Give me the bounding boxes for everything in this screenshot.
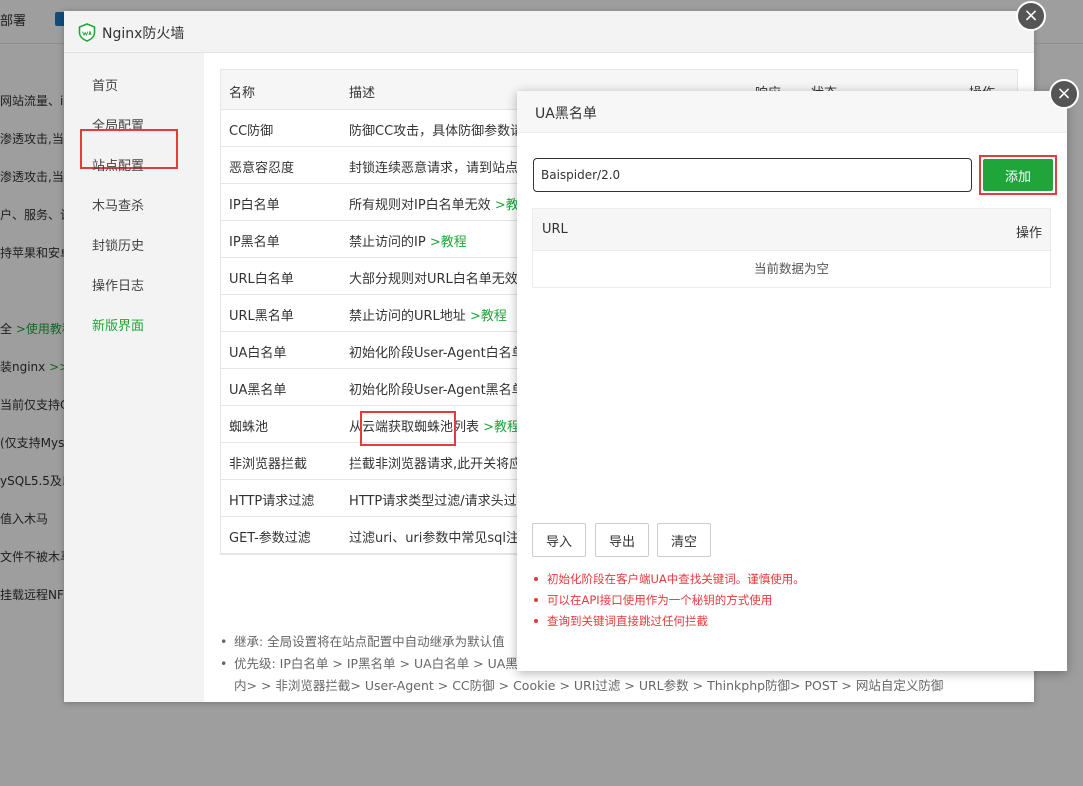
rule-desc: 初始化阶段User-Agent白名单 bbox=[349, 342, 525, 361]
firewall-dialog-title: Nginx防火墙 bbox=[102, 26, 185, 42]
ua-list-header: URL 操作 bbox=[533, 209, 1050, 251]
rule-name: URL黑名单 bbox=[229, 309, 294, 324]
ua-modal-close-icon[interactable]: × bbox=[1049, 79, 1079, 109]
rule-desc: 拦截非浏览器请求,此开关将应 bbox=[349, 453, 522, 472]
rule-desc-text: 初始化阶段User-Agent黑名单 bbox=[349, 383, 525, 398]
rule-name: 非浏览器拦截 bbox=[229, 457, 308, 472]
rule-desc: 禁止访问的URL地址 >教程 bbox=[349, 305, 507, 324]
rule-name: UA白名单 bbox=[229, 346, 287, 361]
ua-empty-text: 当前数据为空 bbox=[753, 261, 829, 276]
rule-desc: 初始化阶段User-Agent黑名单 bbox=[349, 379, 525, 398]
rule-desc-text: 封锁连续恶意请求，请到站点 bbox=[349, 161, 519, 176]
rule-desc-text: 大部分规则对URL白名单无效 bbox=[349, 272, 518, 287]
rule-desc: 过滤uri、uri参数中常见sql注 bbox=[349, 527, 519, 546]
header-desc: 描述 bbox=[349, 86, 376, 101]
add-button[interactable]: 添加 bbox=[983, 159, 1053, 191]
rule-desc: 所有规则对IP白名单无效 >教 bbox=[349, 194, 519, 213]
rule-tutorial-link[interactable]: >教程 bbox=[483, 420, 520, 435]
ua-keyword-input[interactable] bbox=[533, 158, 972, 192]
waf-shield-icon bbox=[78, 23, 96, 42]
rule-desc-text: 过滤uri、uri参数中常见sql注 bbox=[349, 531, 520, 546]
ua-modal-title: UA黑名单 bbox=[535, 106, 597, 122]
tip-1: 初始化阶段在客户端UA中查找关键词。谨慎使用。 bbox=[533, 569, 1053, 590]
rule-tutorial-link[interactable]: >教 bbox=[495, 198, 519, 213]
firewall-sidebar: 首页 全局配置 站点配置 木马查杀 封锁历史 操作日志 新版界面 bbox=[64, 53, 204, 702]
clear-button[interactable]: 清空 bbox=[657, 523, 711, 557]
rule-desc: 大部分规则对URL白名单无效 bbox=[349, 268, 518, 287]
nav-item-home[interactable]: 首页 bbox=[92, 75, 118, 94]
ua-blacklist-modal: UA黑名单 × 添加 URL 操作 当前数据为空 导入 导出 清空 初始化阶段在… bbox=[517, 79, 1079, 671]
note-priority-cont: 内> > 非浏览器拦截> User-Agent > CC防御 > Cookie … bbox=[234, 678, 944, 693]
nav-item-new-ui[interactable]: 新版界面 bbox=[92, 315, 144, 334]
rule-name: URL白名单 bbox=[229, 272, 294, 287]
ua-tips: 初始化阶段在客户端UA中查找关键词。谨慎使用。 可以在API接口使用作为一个秘钥… bbox=[533, 569, 1053, 632]
rule-name: CC防御 bbox=[229, 124, 274, 139]
firewall-dialog-header: Nginx防火墙 bbox=[64, 11, 1034, 53]
ua-modal-header: UA黑名单 bbox=[517, 91, 1067, 133]
rule-name: 恶意容忍度 bbox=[229, 161, 295, 176]
highlight-box-ua-blacklist bbox=[360, 411, 456, 446]
rule-desc-text: 禁止访问的URL地址 bbox=[349, 309, 470, 324]
rule-desc-text: 禁止访问的IP bbox=[349, 235, 430, 250]
header-name: 名称 bbox=[229, 86, 256, 101]
rule-desc-text: 初始化阶段User-Agent白名单 bbox=[349, 346, 525, 361]
firewall-close-icon[interactable]: × bbox=[1016, 1, 1046, 31]
rule-name: IP白名单 bbox=[229, 198, 280, 213]
export-button[interactable]: 导出 bbox=[595, 523, 649, 557]
rule-name: IP黑名单 bbox=[229, 235, 280, 250]
rule-desc-text: 所有规则对IP白名单无效 bbox=[349, 198, 495, 213]
rule-name: GET-参数过滤 bbox=[229, 531, 311, 546]
rule-name: HTTP请求过滤 bbox=[229, 494, 315, 509]
rule-desc-text: 防御CC攻击，具体防御参数请 bbox=[349, 124, 524, 139]
ua-list-table: URL 操作 当前数据为空 bbox=[532, 208, 1051, 288]
rule-name: UA黑名单 bbox=[229, 383, 287, 398]
tip-2: 可以在API接口使用作为一个秘钥的方式使用 bbox=[533, 590, 1053, 611]
rule-desc: HTTP请求类型过滤/请求头过 bbox=[349, 490, 517, 509]
rule-desc: 防御CC攻击，具体防御参数请 bbox=[349, 120, 523, 139]
rule-tutorial-link[interactable]: >教程 bbox=[470, 309, 507, 324]
rule-desc: 禁止访问的IP >教程 bbox=[349, 231, 467, 250]
nav-item-trojan-scan[interactable]: 木马查杀 bbox=[92, 195, 144, 214]
rule-name: 蜘蛛池 bbox=[229, 420, 269, 435]
tip-3: 查询到关键词直接跳过任何拦截 bbox=[533, 611, 1053, 632]
nav-item-operation-log[interactable]: 操作日志 bbox=[92, 275, 144, 294]
nav-item-block-history[interactable]: 封锁历史 bbox=[92, 235, 144, 254]
rule-tutorial-link[interactable]: >教程 bbox=[430, 235, 467, 250]
rule-desc: 封锁连续恶意请求，请到站点 bbox=[349, 157, 518, 176]
ua-header-op: 操作 bbox=[1015, 226, 1042, 241]
ua-header-url: URL bbox=[542, 222, 568, 237]
rule-desc-text: 拦截非浏览器请求,此开关将应 bbox=[349, 457, 523, 472]
nav-item-site-config[interactable]: 站点配置 bbox=[92, 155, 144, 174]
import-button[interactable]: 导入 bbox=[532, 523, 586, 557]
rule-desc-text: HTTP请求类型过滤/请求头过 bbox=[349, 494, 517, 509]
